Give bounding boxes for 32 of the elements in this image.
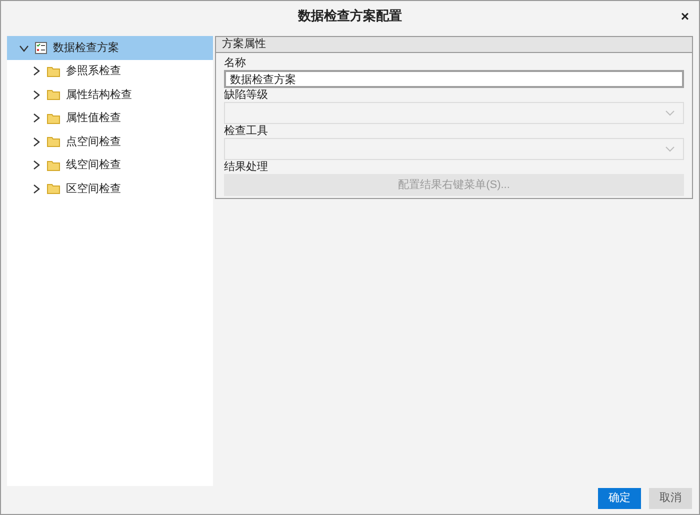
folder-icon <box>47 160 60 171</box>
tree-item[interactable]: 属性结构检查 <box>7 83 213 106</box>
chevron-right-icon[interactable] <box>31 136 41 147</box>
name-field[interactable]: 数据检查方案 <box>224 70 684 88</box>
field-label: 结果处理 <box>224 160 269 174</box>
tree-item[interactable]: 线空间检查 <box>7 154 213 177</box>
chevron-down-icon <box>665 146 675 152</box>
tree-item[interactable]: 点空间检查 <box>7 130 213 154</box>
folder-icon <box>47 136 60 148</box>
group-title: 方案属性 <box>222 36 266 52</box>
chevron-right-icon[interactable] <box>31 66 41 76</box>
tree-item[interactable]: 属性值检查 <box>7 106 213 130</box>
close-button[interactable]: × <box>680 9 689 23</box>
ok-button[interactable]: 确定 <box>598 488 641 509</box>
field-label: 名称 <box>224 56 247 70</box>
tree-item[interactable]: 区空间检查 <box>7 177 213 200</box>
tree-item[interactable]: 参照系检查 <box>7 60 213 83</box>
tree-item[interactable]: 数据检查方案 <box>7 36 213 60</box>
chevron-right-icon[interactable] <box>31 184 41 194</box>
chevron-right-icon[interactable] <box>31 90 41 100</box>
chevron-down-icon <box>665 110 675 116</box>
cancel-button[interactable]: 取消 <box>649 488 692 509</box>
chevron-right-icon[interactable] <box>31 160 41 170</box>
field-label: 缺陷等级 <box>224 88 269 102</box>
chevron-right-icon[interactable] <box>31 113 41 124</box>
folder-icon <box>47 89 60 100</box>
field-label: 检查工具 <box>224 124 269 138</box>
window-title: 数据检查方案配置 <box>298 7 402 26</box>
folder-icon <box>47 112 60 124</box>
checklist-icon <box>35 42 47 54</box>
folder-icon <box>47 183 60 194</box>
folder-icon <box>47 66 60 77</box>
